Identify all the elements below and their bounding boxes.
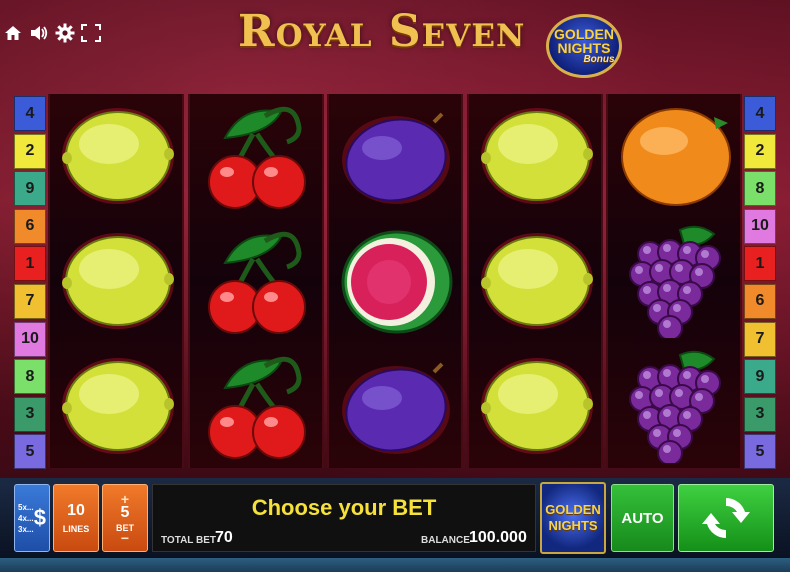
reel-3 bbox=[327, 94, 463, 468]
line-indicator-left-3[interactable]: 3 bbox=[14, 396, 46, 432]
watermelon-icon bbox=[341, 230, 453, 334]
line-indicator-right-6[interactable]: 6 bbox=[744, 283, 776, 319]
lines-value: 10 bbox=[67, 502, 85, 519]
symbol-lemon bbox=[469, 219, 605, 343]
auto-label: AUTO bbox=[621, 509, 664, 527]
symbol-lemon bbox=[50, 344, 186, 468]
line-indicator-left-1[interactable]: 1 bbox=[14, 246, 46, 282]
line-indicator-left-7[interactable]: 7 bbox=[14, 283, 46, 319]
line-indicator-left-10[interactable]: 10 bbox=[14, 321, 46, 357]
bottom-strip bbox=[0, 558, 790, 572]
paytable-button[interactable]: 5x... 4x... 3x... $ bbox=[14, 484, 50, 552]
line-indicator-right-10[interactable]: 10 bbox=[744, 208, 776, 244]
balance-value: 100.000 bbox=[469, 529, 527, 546]
reel-2 bbox=[187, 94, 326, 468]
golden-nights-logo: GOLDEN NIGHTS Bonus bbox=[546, 14, 622, 78]
line-indicator-left-4[interactable]: 4 bbox=[14, 96, 46, 131]
fullscreen-icon[interactable] bbox=[80, 22, 102, 44]
plum-icon bbox=[342, 362, 450, 454]
cherry-icon bbox=[207, 231, 306, 334]
info-display: Choose your BET TOTAL BET 70 BALANCE 100… bbox=[152, 484, 536, 552]
line-indicator-left-5[interactable]: 5 bbox=[14, 434, 46, 470]
reel-5 bbox=[606, 94, 742, 468]
lines-button[interactable]: 10 LINES bbox=[53, 484, 99, 552]
badge-line2: NIGHTS bbox=[557, 40, 611, 56]
line-indicator-right-3[interactable]: 3 bbox=[744, 396, 776, 432]
bet-plus-icon[interactable]: + bbox=[121, 492, 129, 506]
lemon-icon bbox=[480, 358, 593, 454]
balance-label: BALANCE bbox=[421, 535, 470, 546]
line-indicator-left-9[interactable]: 9 bbox=[14, 171, 46, 207]
orange-icon bbox=[621, 108, 731, 206]
symbol-grapes bbox=[608, 344, 744, 468]
gn-line2: NIGHTS bbox=[548, 518, 598, 533]
reel-area bbox=[48, 94, 742, 468]
spin-icon bbox=[702, 498, 750, 538]
paytable-row: 4x... bbox=[18, 513, 34, 523]
line-indicator-right-4[interactable]: 4 bbox=[744, 96, 776, 131]
line-indicator-right-8[interactable]: 8 bbox=[744, 171, 776, 207]
lemon-icon bbox=[480, 108, 593, 204]
symbol-lemon bbox=[50, 219, 186, 343]
symbol-lemon bbox=[469, 344, 605, 468]
line-indicator-right-7[interactable]: 7 bbox=[744, 321, 776, 357]
badge-line1: GOLDEN bbox=[554, 26, 614, 42]
symbol-orange bbox=[608, 94, 744, 218]
symbol-plum bbox=[329, 94, 465, 218]
reel-4 bbox=[466, 94, 605, 468]
lemon-icon bbox=[62, 233, 174, 329]
gn-line1: GOLDEN bbox=[545, 502, 601, 517]
symbol-cherry bbox=[190, 344, 326, 468]
symbol-lemon bbox=[50, 94, 186, 218]
cherry-icon bbox=[207, 106, 306, 209]
cherry-icon bbox=[207, 356, 306, 459]
reel-1 bbox=[48, 94, 184, 468]
line-indicator-right-1[interactable]: 1 bbox=[744, 246, 776, 282]
grapes-icon bbox=[629, 350, 721, 463]
paytable-row: 5x... bbox=[18, 502, 34, 512]
total-bet-value: 70 bbox=[215, 529, 233, 546]
home-icon[interactable] bbox=[2, 22, 24, 44]
grapes-icon bbox=[629, 225, 721, 338]
symbol-grapes bbox=[608, 219, 744, 343]
symbol-lemon bbox=[469, 94, 605, 218]
symbol-cherry bbox=[190, 219, 326, 343]
auto-button[interactable]: AUTO bbox=[611, 484, 674, 552]
game-title: Royal Seven bbox=[238, 6, 526, 57]
line-indicator-right-2[interactable]: 2 bbox=[744, 133, 776, 169]
plum-icon bbox=[342, 112, 450, 204]
line-indicator-left-2[interactable]: 2 bbox=[14, 133, 46, 169]
total-bet-label: TOTAL BET bbox=[161, 535, 216, 546]
line-indicator-right-9[interactable]: 9 bbox=[744, 359, 776, 395]
bet-minus-icon[interactable]: − bbox=[121, 531, 129, 545]
lemon-icon bbox=[62, 108, 174, 204]
line-indicator-left-8[interactable]: 8 bbox=[14, 359, 46, 395]
status-message: Choose your BET bbox=[251, 495, 437, 520]
line-indicators-left: 4 2 9 6 1 7 10 8 3 5 bbox=[14, 96, 46, 472]
top-toolbar bbox=[2, 22, 102, 44]
line-indicator-left-6[interactable]: 6 bbox=[14, 208, 46, 244]
golden-nights-button[interactable]: GOLDEN NIGHTS bbox=[540, 482, 606, 554]
symbol-cherry bbox=[190, 94, 326, 218]
badge-line3: Bonus bbox=[583, 54, 615, 65]
line-indicators-right: 4 2 8 10 1 6 7 9 3 5 bbox=[744, 96, 776, 472]
lines-label: LINES bbox=[62, 524, 90, 534]
symbol-plum bbox=[329, 344, 465, 468]
line-indicator-right-5[interactable]: 5 bbox=[744, 434, 776, 470]
lemon-icon bbox=[62, 358, 174, 454]
bet-value: 5 bbox=[120, 503, 130, 521]
symbol-watermelon bbox=[329, 219, 465, 343]
paytable-row: 3x... bbox=[18, 524, 34, 534]
dollar-icon: $ bbox=[33, 505, 46, 530]
sound-icon[interactable] bbox=[28, 22, 50, 44]
gear-icon[interactable] bbox=[54, 22, 76, 44]
lemon-icon bbox=[480, 233, 593, 329]
spin-button[interactable] bbox=[678, 484, 774, 552]
bet-button[interactable]: + 5 BET − bbox=[102, 484, 148, 552]
